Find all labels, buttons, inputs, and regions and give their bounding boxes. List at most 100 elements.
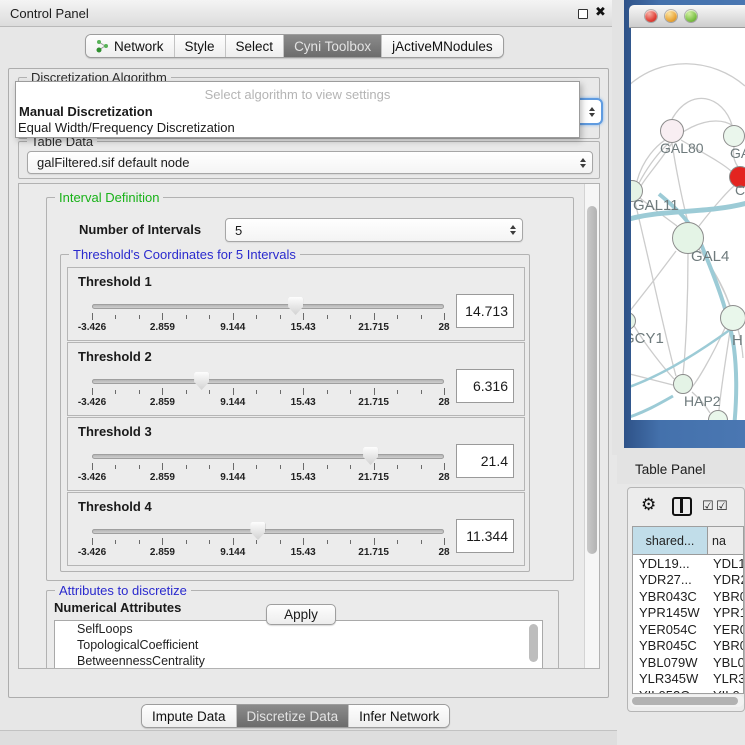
- table-row[interactable]: YPR145WYPR1: [633, 605, 744, 622]
- threshold-value-field[interactable]: 6.316: [456, 369, 514, 403]
- table-row[interactable]: YIL052CYIL0: [633, 687, 744, 694]
- scrollbar-thumb[interactable]: [632, 697, 738, 705]
- split-view-icon[interactable]: [672, 497, 692, 516]
- table-cell[interactable]: YIL0: [708, 688, 744, 694]
- checkbox-icon[interactable]: ☑: [716, 498, 728, 514]
- network-tab-icon: [96, 39, 109, 53]
- table-cell[interactable]: YBR0: [708, 589, 744, 604]
- table-cell[interactable]: YBR043C: [633, 589, 708, 604]
- network-node[interactable]: [723, 125, 745, 147]
- table-row[interactable]: YDR27...YDR2: [633, 572, 744, 589]
- tab-cyni-toolbox[interactable]: Cyni Toolbox: [284, 35, 382, 57]
- threshold-slider[interactable]: -3.4262.8599.14415.4321.71528: [92, 525, 444, 555]
- slider-track[interactable]: [92, 529, 444, 534]
- table-row[interactable]: YLR345WYLR3: [633, 671, 744, 688]
- network-window: GAL80GACGAL11GAL4GCY1HHAP2: [629, 5, 745, 448]
- threshold-value-field[interactable]: 21.4: [456, 444, 514, 478]
- threshold-value-field[interactable]: 11.344: [456, 519, 514, 553]
- threshold-row-3: Threshold 3 -3.4262.8599.14415.4321.71528…: [67, 417, 525, 491]
- threshold-slider[interactable]: -3.4262.8599.14415.4321.71528: [92, 450, 444, 480]
- tab-infer-network-label: Infer Network: [359, 709, 439, 724]
- close-icon[interactable]: ✖: [595, 4, 606, 20]
- window-minimize-icon[interactable]: [665, 10, 677, 22]
- slider-scale-label: 2.859: [150, 472, 175, 483]
- scrollbar-thumb[interactable]: [587, 206, 597, 554]
- slider-track[interactable]: [92, 304, 444, 309]
- number-of-intervals-label: Number of Intervals: [79, 222, 201, 237]
- settings-scrollbar[interactable]: [584, 184, 599, 668]
- list-scrollbar[interactable]: [529, 624, 538, 662]
- table-cell[interactable]: YBL0: [708, 655, 744, 670]
- window-close-icon[interactable]: [645, 10, 657, 22]
- table-cell[interactable]: YPR1: [708, 605, 744, 620]
- network-window-frame: GAL80GACGAL11GAL4GCY1HHAP2: [624, 0, 745, 448]
- table-cell[interactable]: YDL1: [708, 556, 744, 571]
- table-cell[interactable]: YBL079W: [633, 655, 708, 670]
- slider-scale-label: 28: [438, 397, 449, 408]
- tab-cyni-toolbox-label: Cyni Toolbox: [294, 39, 371, 54]
- attribute-list-item[interactable]: TopologicalCoefficient: [55, 637, 542, 653]
- tab-discretize-data[interactable]: Discretize Data: [237, 705, 350, 727]
- table-row[interactable]: YBL079WYBL0: [633, 654, 744, 671]
- threshold-value-field[interactable]: 14.713: [456, 294, 514, 328]
- table-horizontal-scrollbar[interactable]: [630, 695, 744, 707]
- control-panel-titlebar: Control Panel ✖: [0, 0, 617, 27]
- number-of-intervals-value: 5: [235, 223, 242, 238]
- bottom-tab-bar: Impute Data Discretize Data Infer Networ…: [141, 704, 450, 728]
- table-cell[interactable]: YBR0: [708, 638, 744, 653]
- attribute-list-item[interactable]: BetweennessCentrality: [55, 653, 542, 669]
- apply-button[interactable]: Apply: [266, 604, 336, 625]
- gene-table-header: shared... na: [633, 527, 744, 555]
- tab-select[interactable]: Select: [226, 35, 285, 57]
- table-cell[interactable]: YPR145W: [633, 605, 708, 620]
- table-data-combobox[interactable]: galFiltered.sif default node: [27, 151, 593, 174]
- algorithm-option-equal-width[interactable]: Equal Width/Frequency Discretization: [18, 120, 235, 135]
- chevron-updown-icon: [580, 158, 586, 168]
- table-row[interactable]: YDL19...YDL1: [633, 555, 744, 572]
- interval-definition-title: Interval Definition: [55, 190, 163, 205]
- table-cell[interactable]: YBR045C: [633, 638, 708, 653]
- table-row[interactable]: YBR043CYBR0: [633, 588, 744, 605]
- checkbox-icon[interactable]: ☑: [702, 498, 714, 514]
- table-row[interactable]: YBR045CYBR0: [633, 638, 744, 655]
- slider-scale-labels: -3.4262.8599.14415.4321.71528: [92, 322, 444, 334]
- slider-scale-label: 15.43: [291, 547, 316, 558]
- algorithm-hint-item[interactable]: Select algorithm to view settings: [16, 87, 579, 102]
- thresholds-group-title: Threshold's Coordinates for 5 Intervals: [69, 247, 300, 262]
- bottom-strip: [0, 730, 617, 745]
- table-cell[interactable]: YIL052C: [633, 688, 708, 694]
- gear-icon[interactable]: ⚙: [641, 495, 656, 515]
- window-zoom-icon[interactable]: [685, 10, 697, 22]
- slider-track[interactable]: [92, 379, 444, 384]
- table-cell[interactable]: YER0: [708, 622, 744, 637]
- numerical-attributes-list[interactable]: SelfLoopsTopologicalCoefficientBetweenne…: [54, 620, 543, 669]
- node-label: GAL80: [660, 140, 704, 156]
- tab-jactivemnodules[interactable]: jActiveMNodules: [382, 35, 503, 57]
- table-cell[interactable]: YER054C: [633, 622, 708, 637]
- slider-scale-label: 2.859: [150, 547, 175, 558]
- tab-style[interactable]: Style: [175, 35, 226, 57]
- slider-track[interactable]: [92, 454, 444, 459]
- table-cell[interactable]: YDR2: [708, 572, 744, 587]
- tab-infer-network[interactable]: Infer Network: [349, 705, 449, 727]
- number-of-intervals-combobox[interactable]: 5: [225, 218, 523, 242]
- table-cell[interactable]: YDR27...: [633, 572, 708, 587]
- network-node[interactable]: [673, 374, 693, 394]
- network-node[interactable]: [720, 305, 745, 331]
- table-cell[interactable]: YLR345W: [633, 671, 708, 686]
- column-header-name[interactable]: na: [708, 527, 744, 555]
- column-header-shared-name[interactable]: shared...: [633, 527, 708, 555]
- float-window-icon[interactable]: [578, 9, 588, 19]
- table-cell[interactable]: YDL19...: [633, 556, 708, 571]
- threshold-label: Threshold 3: [78, 424, 152, 439]
- table-row[interactable]: YER054CYER0: [633, 621, 744, 638]
- slider-scale-label: 28: [438, 322, 449, 333]
- tab-network[interactable]: Network: [86, 35, 175, 57]
- threshold-label: Threshold 4: [78, 499, 152, 514]
- table-cell[interactable]: YLR3: [708, 671, 744, 686]
- algorithm-option-manual[interactable]: Manual Discretization: [19, 104, 153, 119]
- tab-impute-data[interactable]: Impute Data: [142, 705, 237, 727]
- threshold-slider[interactable]: -3.4262.8599.14415.4321.71528: [92, 375, 444, 405]
- network-canvas[interactable]: GAL80GACGAL11GAL4GCY1HHAP2: [631, 28, 745, 420]
- threshold-slider[interactable]: -3.4262.8599.14415.4321.71528: [92, 300, 444, 330]
